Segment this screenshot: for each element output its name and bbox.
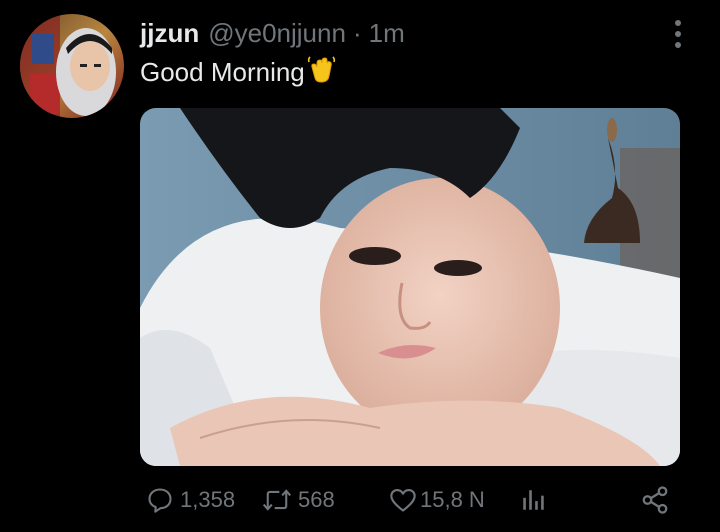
like-button[interactable]: 15,8 N xyxy=(388,482,485,518)
tweet-text-content: Good Morning xyxy=(140,57,305,87)
waving-hand-emoji xyxy=(307,54,337,91)
display-name[interactable]: jjzun xyxy=(140,18,199,49)
tweet-photo[interactable] xyxy=(140,108,680,466)
user-handle[interactable]: @ye0njjunn xyxy=(208,18,346,49)
share-button[interactable] xyxy=(640,482,670,518)
retweet-icon xyxy=(262,489,292,511)
more-options-icon[interactable] xyxy=(666,20,690,48)
tweet-actions: 1,358 568 15,8 N xyxy=(140,482,680,518)
tweet-header: jjzun @ye0njjunn · 1m xyxy=(140,18,405,50)
reply-icon xyxy=(148,488,172,513)
timestamp[interactable]: 1m xyxy=(369,18,405,49)
tweet-text: Good Morning xyxy=(140,54,337,91)
analytics-button[interactable] xyxy=(520,482,546,518)
reply-button[interactable]: 1,358 xyxy=(146,482,235,518)
share-icon xyxy=(642,486,668,514)
separator-dot: · xyxy=(352,18,362,48)
reply-count: 1,358 xyxy=(180,487,236,512)
analytics-icon xyxy=(523,490,544,510)
avatar[interactable] xyxy=(20,14,124,118)
retweet-count: 568 xyxy=(298,487,335,512)
like-icon xyxy=(390,489,416,512)
like-count: 15,8 N xyxy=(420,487,485,512)
retweet-button[interactable]: 568 xyxy=(262,482,335,518)
